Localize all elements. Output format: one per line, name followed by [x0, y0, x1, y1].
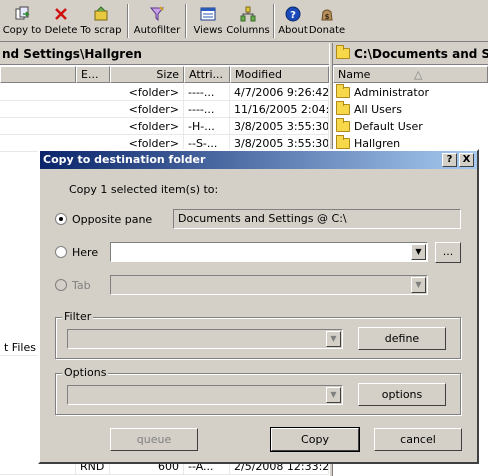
define-button[interactable]: define: [358, 327, 446, 350]
column-name-header[interactable]: Name △: [333, 66, 488, 83]
columns-label: Columns: [226, 25, 270, 36]
right-column-header: Name △: [333, 66, 488, 83]
tab-label: Tab: [72, 279, 91, 292]
about-button[interactable]: ? About: [278, 0, 308, 40]
to-scrap-label: To scrap: [80, 25, 122, 36]
chevron-down-icon[interactable]: ▼: [326, 387, 341, 403]
modified-cell: 4/7/2006 9:26:42 P: [230, 84, 329, 100]
dialog-title-bar[interactable]: Copy to destination folder ? X: [40, 151, 477, 169]
opposite-pane-field: Documents and Settings @ C:\: [173, 209, 461, 229]
options-group-label: Options: [62, 366, 109, 379]
tab-combobox[interactable]: ▼: [110, 275, 428, 295]
folder-icon: [336, 118, 350, 132]
chevron-down-icon[interactable]: ▼: [411, 277, 426, 293]
dialog-title: Copy to destination folder: [43, 153, 206, 166]
column-name-label: Name: [338, 68, 371, 81]
to-scrap-button[interactable]: To scrap: [78, 0, 124, 40]
chevron-down-icon[interactable]: ▼: [326, 331, 341, 347]
options-button[interactable]: options: [358, 383, 446, 406]
autofilter-button[interactable]: Autofilter: [132, 0, 182, 40]
list-item-label: All Users: [354, 103, 402, 116]
views-icon: [200, 7, 216, 21]
copy-to-label: Copy to: [2, 25, 42, 36]
copy-button[interactable]: Copy: [270, 427, 360, 452]
list-item[interactable]: All Users: [333, 101, 488, 118]
column-attr-header[interactable]: Attri...: [184, 66, 230, 83]
toolbar: Copy to Delete To scrap Autofilter Views…: [0, 0, 488, 42]
table-row[interactable]: <folder> ----... 11/16/2005 2:04:4: [0, 101, 329, 118]
copy-to-button[interactable]: Copy to: [0, 0, 44, 40]
folder-icon: [336, 135, 350, 149]
toolbar-separator: [185, 4, 187, 38]
help-button[interactable]: ?: [442, 153, 457, 167]
views-label: Views: [193, 25, 223, 36]
copy-to-icon: [15, 6, 30, 20]
column-modified-header[interactable]: Modified: [230, 66, 329, 83]
size-cell: <folder>: [0, 84, 184, 100]
cancel-button[interactable]: cancel: [374, 428, 462, 451]
filter-icon: [149, 6, 165, 22]
svg-text:$: $: [325, 13, 330, 21]
columns-button[interactable]: Columns: [226, 0, 270, 40]
left-pane-title: nd Settings\Hallgren: [0, 43, 329, 65]
right-pane-title-bar: C:\Documents and Settin: [333, 43, 488, 65]
size-cell: <folder>: [0, 118, 184, 134]
donate-button[interactable]: $ Donate: [308, 0, 346, 40]
filter-combobox[interactable]: ▼: [67, 329, 343, 349]
sort-ascending-icon: △: [413, 68, 423, 81]
modified-cell: 11/16/2005 2:04:4: [230, 101, 329, 117]
opposite-pane-label: Opposite pane: [72, 213, 153, 226]
right-pane-title: C:\Documents and Settin: [354, 46, 488, 61]
here-radio[interactable]: [55, 246, 67, 258]
browse-button[interactable]: ...: [435, 242, 461, 263]
donate-label: Donate: [308, 25, 346, 36]
list-item[interactable]: Administrator: [333, 84, 488, 101]
toolbar-separator: [127, 4, 129, 38]
filter-group-label: Filter: [62, 310, 94, 323]
dialog-message: Copy 1 selected item(s) to:: [69, 183, 219, 196]
folder-icon: [336, 45, 350, 59]
delete-icon: [55, 8, 67, 20]
folder-icon: [336, 101, 350, 115]
views-button[interactable]: Views: [190, 0, 226, 40]
tab-radio[interactable]: [55, 279, 67, 291]
delete-button[interactable]: Delete: [44, 0, 78, 40]
attr-cell: ----...: [184, 84, 230, 100]
attr-cell: ----...: [184, 101, 230, 117]
about-label: About: [278, 25, 308, 36]
list-item-label: Default User: [354, 120, 423, 133]
left-column-header: E... Size Attri... Modified: [0, 66, 329, 83]
close-button[interactable]: X: [459, 153, 474, 167]
delete-label: Delete: [44, 25, 78, 36]
toolbar-separator: [273, 4, 275, 38]
table-row[interactable]: <folder> -H-... 3/8/2005 3:55:30 P: [0, 118, 329, 135]
here-path-combobox[interactable]: ▼: [110, 242, 428, 262]
modified-cell: 3/8/2005 3:55:30 P: [230, 118, 329, 134]
column-size-header[interactable]: Size: [110, 66, 184, 83]
scrap-icon: [94, 6, 108, 21]
folder-icon: [336, 84, 350, 98]
options-combobox[interactable]: ▼: [67, 385, 343, 405]
svg-text:?: ?: [290, 10, 296, 21]
donate-icon: $: [321, 9, 333, 21]
columns-icon: [240, 6, 256, 22]
list-item[interactable]: Default User: [333, 118, 488, 135]
copy-dialog: Copy to destination folder ? X Copy 1 se…: [38, 149, 479, 464]
opposite-pane-radio[interactable]: [55, 213, 67, 225]
chevron-down-icon[interactable]: ▼: [411, 244, 426, 260]
table-row[interactable]: <folder> ----... 4/7/2006 9:26:42 P: [0, 84, 329, 101]
list-item-label: Administrator: [354, 86, 429, 99]
attr-cell: -H-...: [184, 118, 230, 134]
here-label: Here: [72, 246, 99, 259]
column-name-header[interactable]: [0, 66, 76, 83]
queue-button[interactable]: queue: [110, 428, 198, 451]
autofilter-label: Autofilter: [133, 25, 181, 36]
size-cell: <folder>: [0, 101, 184, 117]
column-ext-header[interactable]: E...: [76, 66, 110, 83]
about-icon: ?: [285, 6, 301, 22]
